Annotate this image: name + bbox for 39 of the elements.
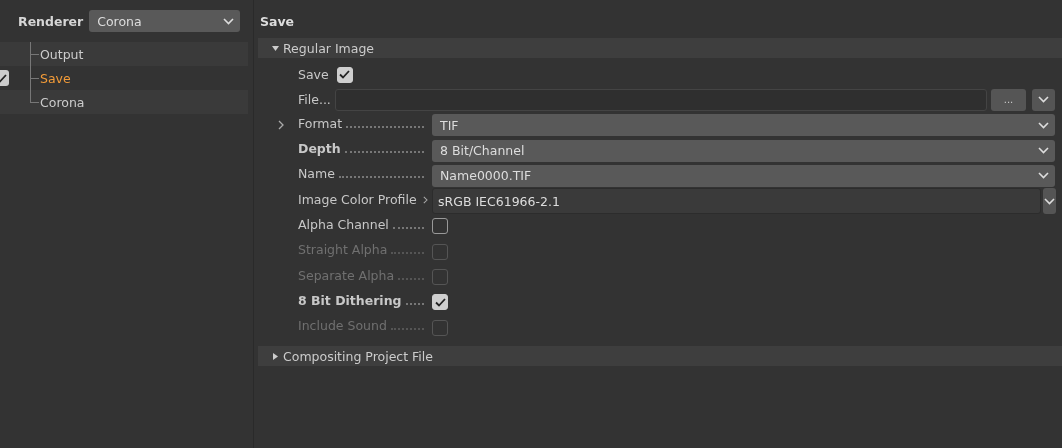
field-label: Straight Alpha bbox=[298, 242, 388, 258]
tree-item[interactable]: Corona bbox=[0, 90, 248, 114]
chevron-down-icon bbox=[1038, 96, 1049, 104]
field-label: 8 Bit Dithering bbox=[298, 292, 402, 308]
triangle-down-icon bbox=[272, 44, 279, 52]
chevron-down-icon bbox=[1038, 121, 1049, 129]
tree-item[interactable]: Output bbox=[0, 42, 248, 66]
checkbox[interactable] bbox=[432, 218, 448, 235]
field-label: Include Sound bbox=[298, 318, 387, 334]
section-header[interactable]: Regular Image bbox=[258, 38, 1062, 58]
check-icon bbox=[339, 70, 351, 80]
dropdown[interactable]: 8 Bit/Channel bbox=[432, 139, 1055, 162]
browse-button[interactable]: ... bbox=[991, 88, 1026, 111]
triangle-right-icon bbox=[272, 352, 279, 360]
dropdown[interactable]: TIF bbox=[432, 114, 1055, 137]
chevron-down-icon bbox=[1044, 197, 1055, 205]
field-label: Image Color Profile bbox=[298, 191, 417, 207]
chevron-right-icon[interactable] bbox=[423, 196, 428, 205]
check-icon bbox=[434, 297, 446, 307]
renderer-label: Renderer bbox=[18, 13, 84, 29]
check-icon bbox=[0, 73, 7, 83]
renderer-dropdown[interactable]: Corona bbox=[89, 10, 241, 32]
field-label: Name bbox=[298, 166, 335, 182]
chevron-down-icon bbox=[1038, 172, 1049, 180]
chevron-down-icon bbox=[1038, 147, 1049, 155]
dropdown-button[interactable] bbox=[1043, 188, 1056, 215]
chevron-down-icon bbox=[223, 17, 235, 25]
field-label: Save bbox=[298, 67, 329, 83]
chevron-right-icon[interactable] bbox=[278, 119, 284, 130]
dropdown-button[interactable] bbox=[1032, 88, 1055, 111]
field-label: Separate Alpha bbox=[298, 267, 395, 283]
dropdown[interactable]: Name0000.TIF bbox=[432, 164, 1055, 187]
field-label: Alpha Channel bbox=[298, 217, 389, 233]
field-label: File... bbox=[298, 92, 331, 108]
panel-title: Save bbox=[259, 14, 296, 31]
field-label: Depth bbox=[298, 141, 341, 157]
field-label: Format bbox=[298, 115, 343, 131]
color-profile-field[interactable]: sRGB IEC61966-2.1 bbox=[432, 188, 1041, 215]
section-header[interactable]: Compositing Project File bbox=[258, 346, 1062, 367]
